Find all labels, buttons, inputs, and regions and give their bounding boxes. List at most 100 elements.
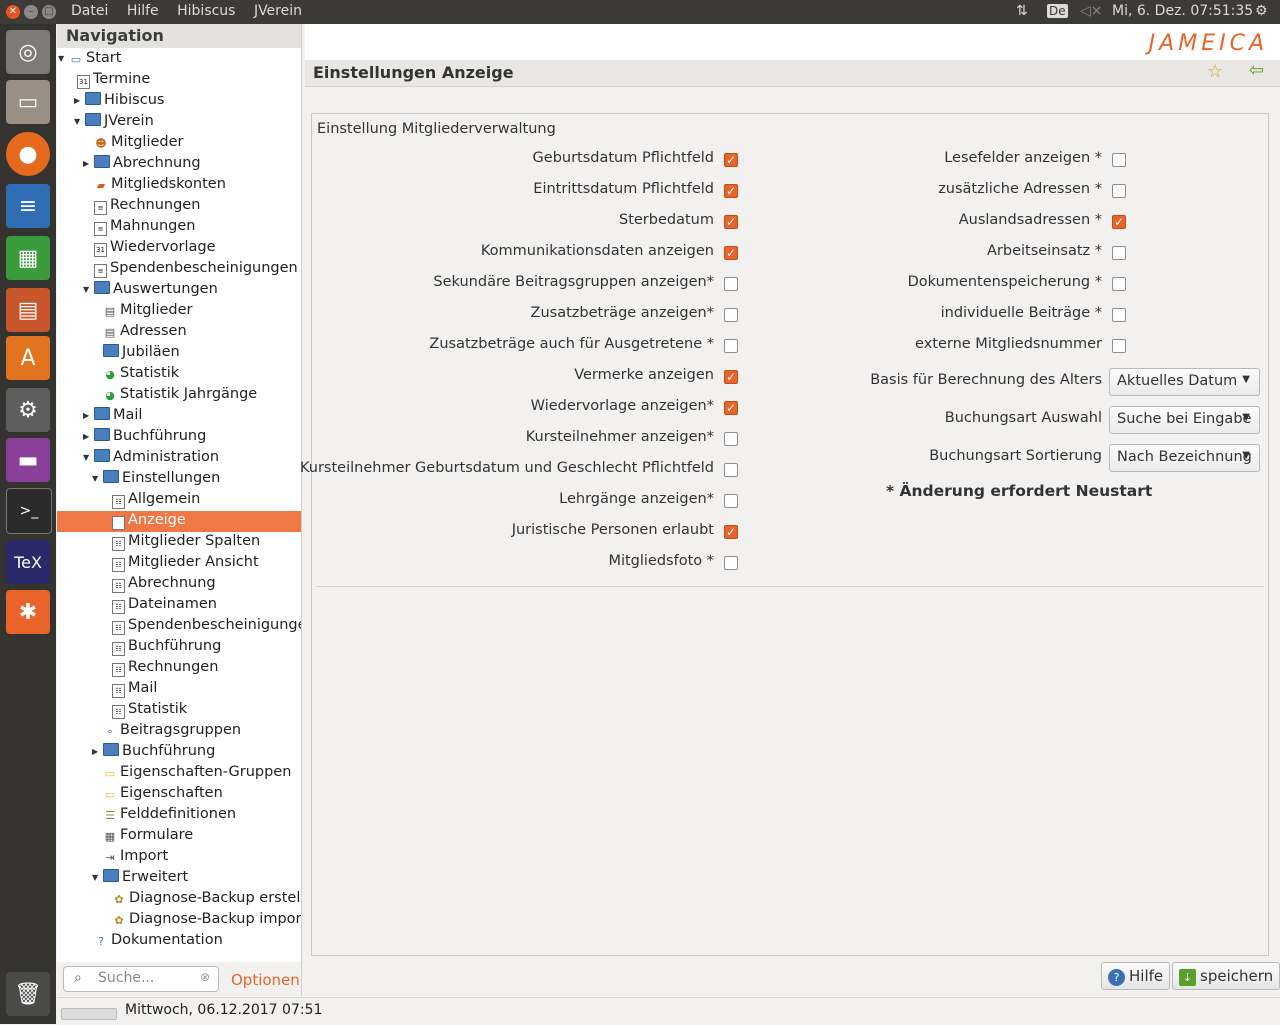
checkbox-unchecked[interactable] bbox=[724, 277, 738, 291]
clock[interactable]: Mi, 6. Dez. 07:51:35 bbox=[1112, 3, 1253, 19]
checkbox-unchecked[interactable] bbox=[1112, 246, 1126, 260]
firefox-icon[interactable]: ● bbox=[6, 132, 50, 176]
tree-item[interactable]: ☰ Felddefinitionen bbox=[103, 804, 236, 825]
collapsed-arrow-icon[interactable]: ▶ bbox=[92, 741, 98, 762]
terminal-icon[interactable]: >_ bbox=[6, 488, 52, 534]
save-button[interactable]: ↓ speichern bbox=[1172, 962, 1280, 990]
tree-item[interactable]: ▼ JVerein bbox=[74, 111, 154, 132]
expanded-arrow-icon[interactable]: ▼ bbox=[83, 279, 89, 300]
checkbox-unchecked[interactable] bbox=[724, 494, 738, 508]
checkbox-checked[interactable]: ✓ bbox=[724, 184, 738, 198]
tree-item[interactable]: ☷ Dateinamen bbox=[112, 594, 217, 615]
checkbox-checked[interactable]: ✓ bbox=[1112, 215, 1126, 229]
tree-item[interactable]: ▶ Hibiscus bbox=[74, 90, 164, 111]
checkbox-unchecked[interactable] bbox=[724, 463, 738, 477]
tree-item[interactable]: ▭ Eigenschaften bbox=[103, 783, 223, 804]
tree-item[interactable]: ☷ Mitglieder Ansicht bbox=[112, 552, 259, 573]
tree-item[interactable]: ☷ Rechnungen bbox=[112, 657, 218, 678]
jameica-icon[interactable]: ✱ bbox=[6, 590, 50, 634]
tree-item[interactable]: ☷ Mail bbox=[112, 678, 157, 699]
tree-item[interactable]: ▰ Mitgliedskonten bbox=[94, 174, 226, 195]
tree-item[interactable]: ⇥ Import bbox=[103, 846, 168, 867]
tree-item[interactable]: ▦ Formulare bbox=[103, 825, 193, 846]
tree-item[interactable]: 31 Wiedervorlage bbox=[94, 237, 216, 258]
back-arrow-icon[interactable]: ⇦ bbox=[1249, 60, 1264, 81]
files-icon[interactable]: ▭ bbox=[6, 80, 50, 124]
checkbox-unchecked[interactable] bbox=[724, 308, 738, 322]
expanded-arrow-icon[interactable]: ▼ bbox=[58, 48, 64, 69]
tree-item[interactable]: ▶ Buchführung bbox=[92, 741, 215, 762]
checkbox-unchecked[interactable] bbox=[724, 432, 738, 446]
close-window-icon[interactable]: ✕ bbox=[6, 5, 20, 19]
menu-datei[interactable]: Datei bbox=[71, 3, 108, 19]
tree-item[interactable]: ☷ Buchführung bbox=[112, 636, 221, 657]
expanded-arrow-icon[interactable]: ▼ bbox=[92, 468, 98, 489]
tree-item[interactable]: ▼ Auswertungen bbox=[83, 279, 218, 300]
help-button[interactable]: ? Hilfe bbox=[1101, 962, 1171, 990]
system-gear-icon[interactable]: ⚙ bbox=[1255, 3, 1268, 19]
tree-item[interactable]: ▼ Administration bbox=[83, 447, 219, 468]
tree-item[interactable]: ▶ Buchführung bbox=[83, 426, 206, 447]
impress-icon[interactable]: ▤ bbox=[6, 288, 50, 332]
tree-item[interactable]: ✿ Diagnose-Backup importieren bbox=[112, 909, 301, 930]
expanded-arrow-icon[interactable]: ▼ bbox=[74, 111, 80, 132]
checkbox-checked[interactable]: ✓ bbox=[724, 401, 738, 415]
tree-item[interactable]: ☻ Mitglieder bbox=[94, 132, 183, 153]
tree-item[interactable]: ▤ Adressen bbox=[103, 321, 187, 342]
app-icon[interactable]: ▬ bbox=[6, 438, 50, 482]
checkbox-unchecked[interactable] bbox=[724, 339, 738, 353]
bookmark-star-icon[interactable]: ☆ bbox=[1207, 61, 1223, 82]
tree-item[interactable]: ▼ ▭ Start bbox=[58, 48, 121, 69]
tree-item[interactable]: ▶ Mail bbox=[83, 405, 142, 426]
tree-item[interactable]: ☷ Spendenbescheinigungen bbox=[112, 615, 301, 636]
tree-item[interactable]: Jubiläen bbox=[103, 342, 180, 363]
sound-muted-icon[interactable]: ◁× bbox=[1080, 3, 1103, 19]
maximize-window-icon[interactable]: □ bbox=[42, 5, 56, 19]
collapsed-arrow-icon[interactable]: ▶ bbox=[74, 90, 80, 111]
collapsed-arrow-icon[interactable]: ▶ bbox=[83, 426, 89, 447]
tree-item[interactable]: 31 Termine bbox=[77, 69, 150, 90]
tree-item[interactable]: ▼ Einstellungen bbox=[92, 468, 220, 489]
settings-icon[interactable]: ⚙ bbox=[6, 388, 50, 432]
dropdown-select[interactable]: Suche bei Eingabe ▼ bbox=[1109, 406, 1260, 434]
tree-item[interactable]: ▤ Mitglieder bbox=[103, 300, 193, 321]
collapsed-arrow-icon[interactable]: ▶ bbox=[83, 405, 89, 426]
menu-jverein[interactable]: JVerein bbox=[254, 3, 302, 19]
tree-item[interactable]: ✿ Diagnose-Backup erstellen bbox=[112, 888, 301, 909]
checkbox-unchecked[interactable] bbox=[724, 556, 738, 570]
tree-item[interactable]: ☷ Anzeige bbox=[112, 510, 186, 531]
tex-icon[interactable]: TeX bbox=[6, 540, 50, 584]
checkbox-unchecked[interactable] bbox=[1112, 277, 1126, 291]
trash-icon[interactable]: 🗑 bbox=[6, 972, 50, 1016]
tree-item[interactable]: ≡ Spendenbescheinigungen bbox=[94, 258, 298, 279]
tree-item[interactable]: ▭ Eigenschaften-Gruppen bbox=[103, 762, 292, 783]
tree-item[interactable]: ☷ Allgemein bbox=[112, 489, 200, 510]
menu-hilfe[interactable]: Hilfe bbox=[127, 3, 159, 19]
checkbox-unchecked[interactable] bbox=[1112, 184, 1126, 198]
checkbox-checked[interactable]: ✓ bbox=[724, 215, 738, 229]
checkbox-unchecked[interactable] bbox=[1112, 339, 1126, 353]
minimize-window-icon[interactable]: – bbox=[24, 5, 38, 19]
keyboard-layout-indicator[interactable]: De bbox=[1047, 4, 1068, 18]
tree-item[interactable]: ☷ Statistik bbox=[112, 699, 187, 720]
checkbox-checked[interactable]: ✓ bbox=[724, 246, 738, 260]
dropdown-select[interactable]: Aktuelles Datum ▼ bbox=[1109, 368, 1260, 396]
checkbox-checked[interactable]: ✓ bbox=[724, 370, 738, 384]
tree-item[interactable]: ◕ Statistik Jahrgänge bbox=[103, 384, 257, 405]
checkbox-checked[interactable]: ✓ bbox=[724, 525, 738, 539]
tree-item[interactable]: ◕ Statistik bbox=[103, 363, 179, 384]
tree-item[interactable]: ☷ Abrechnung bbox=[112, 573, 216, 594]
clear-search-icon[interactable]: ⊗ bbox=[200, 970, 210, 984]
tree-item[interactable]: ∘ Beitragsgruppen bbox=[103, 720, 242, 741]
dropdown-select[interactable]: Nach Bezeichnung ▼ bbox=[1109, 444, 1260, 472]
software-center-icon[interactable]: A bbox=[6, 336, 50, 380]
calc-icon[interactable]: ▦ bbox=[6, 236, 50, 280]
tree-item[interactable]: ≡ Rechnungen bbox=[94, 195, 200, 216]
collapsed-arrow-icon[interactable]: ▶ bbox=[83, 153, 89, 174]
options-link[interactable]: Optionen bbox=[231, 971, 300, 989]
tree-item[interactable]: ≡ Mahnungen bbox=[94, 216, 195, 237]
expanded-arrow-icon[interactable]: ▼ bbox=[83, 447, 89, 468]
menu-hibiscus[interactable]: Hibiscus bbox=[177, 3, 235, 19]
network-icon[interactable]: ⇅ bbox=[1016, 3, 1028, 19]
checkbox-checked[interactable]: ✓ bbox=[724, 153, 738, 167]
